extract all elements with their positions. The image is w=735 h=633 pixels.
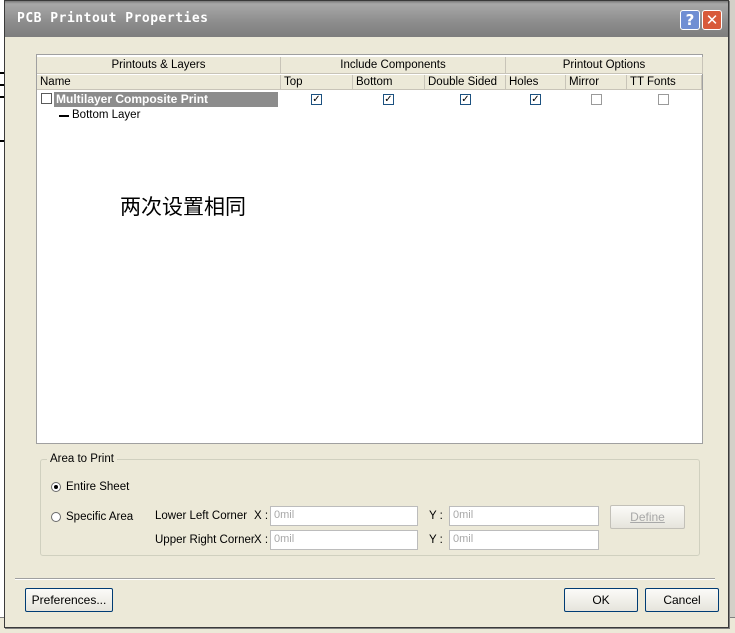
layers-table: Printouts & Layers Include Components Pr…	[36, 54, 703, 444]
layer-row-label[interactable]: Bottom Layer	[72, 109, 140, 121]
title-bar[interactable]: PCB Printout Properties ? ✕	[5, 1, 728, 37]
lower-left-x-input[interactable]: 0mil	[270, 506, 418, 526]
group-header-printout-options: Printout Options	[506, 57, 703, 74]
upper-right-y-input[interactable]: 0mil	[449, 530, 599, 550]
checkmark-icon: ✓	[461, 94, 470, 105]
column-header-double-sided[interactable]: Double Sided	[425, 75, 506, 90]
lower-left-y-input[interactable]: 0mil	[449, 506, 599, 526]
cancel-button[interactable]: Cancel	[645, 588, 719, 612]
lower-left-x-label: X :	[254, 510, 269, 522]
ok-button[interactable]: OK	[564, 588, 638, 612]
help-icon: ?	[685, 11, 695, 29]
printout-icon	[41, 93, 52, 104]
lower-left-y-label: Y :	[429, 510, 443, 522]
column-header-tt-fonts[interactable]: TT Fonts	[627, 75, 702, 90]
specific-area-radio[interactable]	[51, 512, 61, 522]
checkmark-icon: ✓	[312, 94, 321, 105]
upper-right-y-label: Y :	[429, 534, 443, 546]
separator	[15, 578, 715, 579]
layer-line-icon	[59, 115, 69, 117]
specific-area-label[interactable]: Specific Area	[66, 511, 133, 523]
checkmark-icon: ✓	[531, 94, 540, 105]
top-checkbox[interactable]: ✓	[311, 94, 322, 105]
column-header-holes[interactable]: Holes	[506, 75, 566, 90]
annotation-text: 两次设置相同	[120, 195, 246, 219]
close-icon: ✕	[705, 11, 719, 29]
entire-sheet-label[interactable]: Entire Sheet	[66, 481, 129, 493]
group-header-printouts-layers: Printouts & Layers	[37, 57, 281, 74]
help-button[interactable]: ?	[680, 10, 700, 30]
upper-right-corner-label: Upper Right Corner	[155, 534, 255, 546]
tt-fonts-checkbox[interactable]	[658, 94, 669, 105]
upper-right-x-label: X :	[254, 534, 269, 546]
preferences-button[interactable]: Preferences...	[25, 588, 113, 612]
entire-sheet-radio[interactable]	[51, 482, 61, 492]
column-header-top[interactable]: Top	[281, 75, 353, 90]
double-sided-checkbox[interactable]: ✓	[460, 94, 471, 105]
bottom-checkbox[interactable]: ✓	[383, 94, 394, 105]
holes-checkbox[interactable]: ✓	[530, 94, 541, 105]
upper-right-x-input[interactable]: 0mil	[270, 530, 418, 550]
checkmark-icon: ✓	[384, 94, 393, 105]
dialog-window: PCB Printout Properties ? ✕ Printouts & …	[4, 0, 729, 628]
column-header-bottom[interactable]: Bottom	[353, 75, 425, 90]
printout-row-name[interactable]: Multilayer Composite Print	[54, 92, 278, 107]
dialog-title: PCB Printout Properties	[17, 11, 209, 26]
area-to-print-legend: Area to Print	[50, 453, 114, 465]
mirror-checkbox[interactable]	[591, 94, 602, 105]
group-header-include-components: Include Components	[281, 57, 506, 74]
close-button[interactable]: ✕	[702, 10, 722, 30]
define-button[interactable]: Define	[610, 505, 685, 529]
column-header-name[interactable]: Name	[37, 75, 281, 90]
column-header-mirror[interactable]: Mirror	[566, 75, 627, 90]
lower-left-corner-label: Lower Left Corner	[155, 510, 248, 522]
